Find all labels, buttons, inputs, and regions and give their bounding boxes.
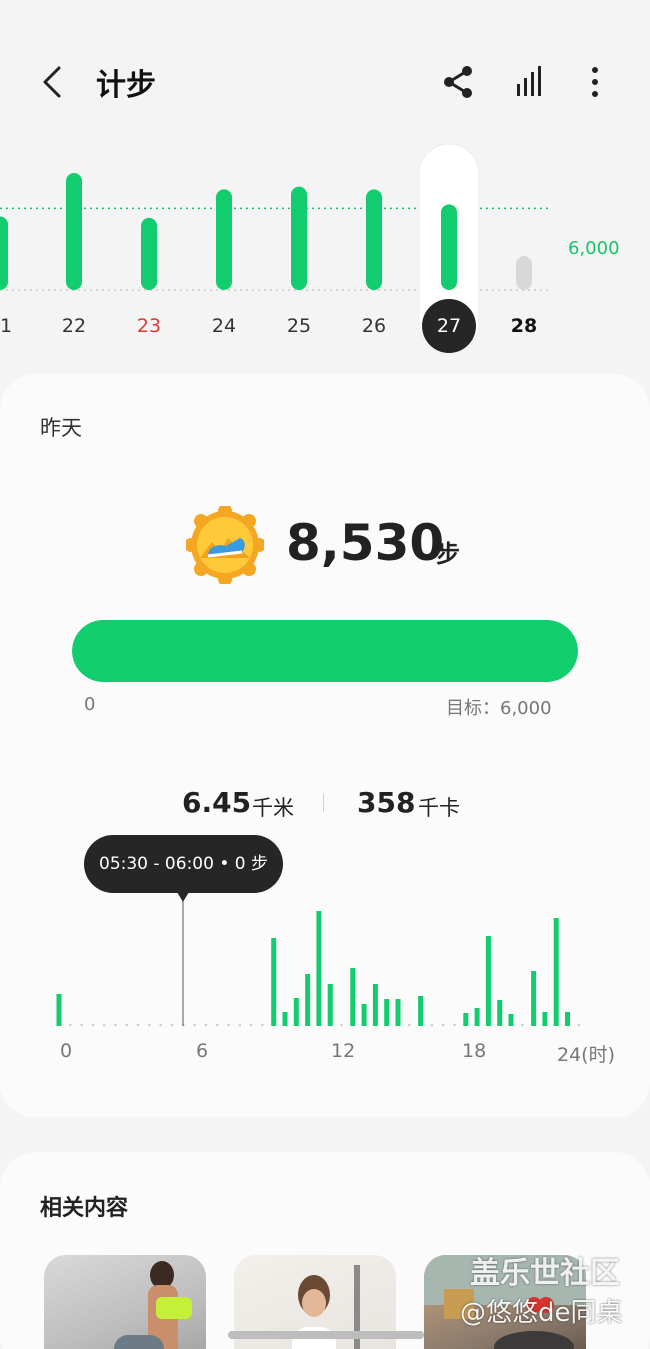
- day-label-27[interactable]: 27: [424, 315, 474, 337]
- hourly-tooltip: 05:30 - 06:00 • 0 步: [84, 835, 283, 893]
- day-label-22[interactable]: 22: [49, 315, 99, 337]
- back-icon[interactable]: [34, 62, 74, 102]
- distance-unit: 千米: [252, 796, 294, 820]
- watermark-community: 盖乐世社区: [470, 1256, 620, 1291]
- related-thumbnail-1[interactable]: [44, 1255, 206, 1349]
- day-bar-28: [516, 256, 532, 290]
- progress-min-label: 0: [84, 694, 96, 715]
- app-bar: 计步: [0, 0, 650, 160]
- calories-value: 358: [357, 786, 416, 819]
- steps-unit: 步: [436, 540, 460, 568]
- day-bar-22: [66, 173, 82, 290]
- steps-count: 8,530: [286, 514, 445, 572]
- hourly-bar: [508, 1014, 514, 1026]
- hourly-bar: [372, 984, 378, 1026]
- progress-goal-label: 目标：6,000: [446, 698, 552, 719]
- day-label-25[interactable]: 25: [274, 315, 324, 337]
- hourly-bar: [485, 936, 491, 1026]
- hourly-empty-dot: [102, 1023, 106, 1027]
- day-bar-26: [366, 189, 382, 290]
- hourly-empty-dot: [193, 1023, 196, 1027]
- day-bar-25: [291, 186, 307, 290]
- hourly-empty-dot: [430, 1023, 434, 1027]
- hourly-empty-dot: [69, 1023, 72, 1027]
- day-label-23[interactable]: 23: [124, 315, 174, 337]
- hourly-empty-dot: [408, 1023, 411, 1027]
- hourly-empty-dot: [441, 1023, 445, 1027]
- goal-progress-bar: [72, 620, 578, 682]
- hourly-empty-dot: [80, 1023, 83, 1027]
- more-options-icon[interactable]: [575, 62, 615, 102]
- watermark-author: @悠悠de同桌: [460, 1298, 623, 1328]
- hourly-bar: [395, 999, 401, 1026]
- hourly-bar: [327, 984, 333, 1026]
- related-content-title: 相关内容: [40, 1196, 129, 1221]
- day-bar-21: [0, 216, 8, 290]
- day-label-21[interactable]: 21: [0, 315, 25, 337]
- hourly-empty-dot: [249, 1023, 253, 1027]
- hourly-bar: [553, 918, 559, 1026]
- hourly-empty-dot: [114, 1023, 117, 1027]
- hourly-empty-dot: [238, 1023, 242, 1027]
- goal-progress-fill: [72, 620, 578, 682]
- page-title: 计步: [96, 68, 156, 103]
- distance-value: 6.45: [182, 786, 252, 819]
- daily-summary-card: 昨天 8,530 步 0 目标：6,000 6.45 千米 358 千卡 05:…: [0, 374, 650, 1118]
- hourly-x-tick: 0: [60, 1040, 73, 1062]
- hourly-bar: [305, 974, 311, 1026]
- hourly-empty-dot: [125, 1023, 129, 1027]
- hourly-empty-dot: [148, 1023, 151, 1027]
- day-label-26[interactable]: 26: [349, 315, 399, 337]
- hourly-bar: [418, 996, 424, 1026]
- hourly-x-tick: 18: [462, 1040, 487, 1062]
- day-label-24[interactable]: 24: [199, 315, 249, 337]
- hourly-bar: [56, 994, 62, 1026]
- hourly-bar: [463, 1013, 469, 1026]
- day-bar-24: [216, 189, 232, 290]
- hourly-empty-dot: [91, 1023, 95, 1027]
- hourly-empty-dot: [227, 1023, 230, 1027]
- tooltip-pointer: [177, 892, 189, 902]
- hourly-x-tick: 6: [196, 1040, 209, 1062]
- hourly-bar: [316, 911, 322, 1026]
- day-bar-27: [441, 204, 457, 290]
- calories-unit: 千卡: [418, 796, 460, 820]
- hourly-bar: [497, 1000, 503, 1026]
- hourly-empty-dot: [204, 1023, 208, 1027]
- goal-achieved-medal-icon: [184, 504, 266, 586]
- hourly-x-tick: 24(时): [557, 1044, 616, 1066]
- hourly-steps-chart[interactable]: [0, 874, 650, 1034]
- hourly-bar: [384, 999, 390, 1026]
- hourly-bar: [271, 938, 277, 1026]
- hourly-bar: [350, 968, 356, 1026]
- hourly-bar: [282, 1012, 288, 1026]
- hourly-bar: [293, 998, 299, 1026]
- day-label-28[interactable]: 28: [499, 315, 549, 337]
- hourly-empty-dot: [215, 1023, 219, 1027]
- hourly-empty-dot: [170, 1023, 174, 1027]
- hourly-empty-dot: [261, 1023, 264, 1027]
- hourly-bar: [361, 1004, 367, 1026]
- hourly-x-tick: 12: [331, 1040, 356, 1062]
- stat-divider: [323, 794, 324, 812]
- share-icon[interactable]: [438, 62, 478, 102]
- hourly-empty-dot: [340, 1023, 343, 1027]
- home-indicator[interactable]: [228, 1331, 424, 1339]
- goal-line-label: 6,000: [568, 238, 620, 259]
- hourly-bar: [474, 1008, 480, 1026]
- hourly-empty-dot: [577, 1023, 581, 1027]
- weekly-steps-chart[interactable]: 6,000 21 22 23 24 25 26 27 28: [0, 140, 650, 360]
- day-bar-23: [141, 217, 157, 290]
- hourly-bar: [542, 1012, 548, 1026]
- hourly-bar: [531, 971, 537, 1026]
- hourly-empty-dot: [159, 1023, 162, 1027]
- date-label: 昨天: [40, 416, 82, 440]
- hourly-empty-dot: [453, 1023, 456, 1027]
- hourly-empty-dot: [521, 1023, 524, 1027]
- hourly-empty-dot: [136, 1023, 140, 1027]
- chart-icon[interactable]: [510, 62, 550, 102]
- hourly-bar: [565, 1012, 570, 1026]
